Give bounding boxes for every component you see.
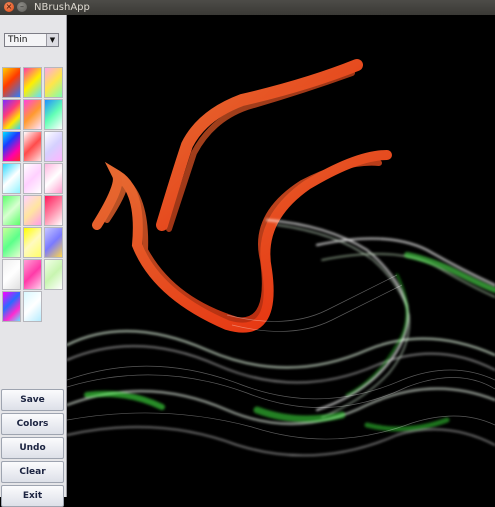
color-swatch[interactable] — [23, 195, 42, 226]
clear-button[interactable]: Clear — [1, 461, 64, 483]
color-swatch[interactable] — [44, 227, 63, 258]
color-swatch[interactable] — [2, 227, 21, 258]
close-window-button[interactable]: × — [4, 2, 14, 12]
color-swatch[interactable] — [44, 259, 63, 290]
color-swatch[interactable] — [44, 67, 63, 98]
green-white-brush-strokes — [67, 219, 495, 457]
title-bar: × – NBrushApp — [0, 0, 495, 16]
color-swatch[interactable] — [23, 227, 42, 258]
brush-type-value: Thin — [8, 35, 28, 45]
colors-button[interactable]: Colors — [1, 413, 64, 435]
color-swatch[interactable] — [23, 163, 42, 194]
color-swatch[interactable] — [44, 195, 63, 226]
window-title: NBrushApp — [34, 2, 90, 13]
tool-sidebar: Thin ▼ Save Colors Undo Clear Exit — [0, 15, 67, 507]
color-swatch[interactable] — [2, 259, 21, 290]
color-swatch[interactable] — [44, 99, 63, 130]
color-swatch[interactable] — [23, 259, 42, 290]
color-swatch[interactable] — [2, 195, 21, 226]
save-button[interactable]: Save — [1, 389, 64, 411]
exit-button[interactable]: Exit — [1, 485, 64, 507]
red-brush-stroke — [92, 59, 392, 333]
color-swatch[interactable] — [23, 291, 42, 322]
color-swatch[interactable] — [2, 131, 21, 162]
color-swatch[interactable] — [2, 67, 21, 98]
brush-strokes — [67, 59, 495, 457]
drawing-canvas[interactable] — [67, 15, 495, 497]
color-swatch[interactable] — [2, 163, 21, 194]
color-swatch[interactable] — [44, 131, 63, 162]
undo-button[interactable]: Undo — [1, 437, 64, 459]
color-swatch[interactable] — [44, 163, 63, 194]
color-swatch[interactable] — [23, 67, 42, 98]
color-swatch[interactable] — [2, 99, 21, 130]
minimize-window-button[interactable]: – — [17, 2, 27, 12]
color-swatch[interactable] — [2, 291, 21, 322]
color-swatch[interactable] — [23, 131, 42, 162]
color-swatch[interactable] — [23, 99, 42, 130]
brush-type-select[interactable]: Thin ▼ — [4, 33, 59, 47]
chevron-down-icon[interactable]: ▼ — [46, 34, 58, 46]
